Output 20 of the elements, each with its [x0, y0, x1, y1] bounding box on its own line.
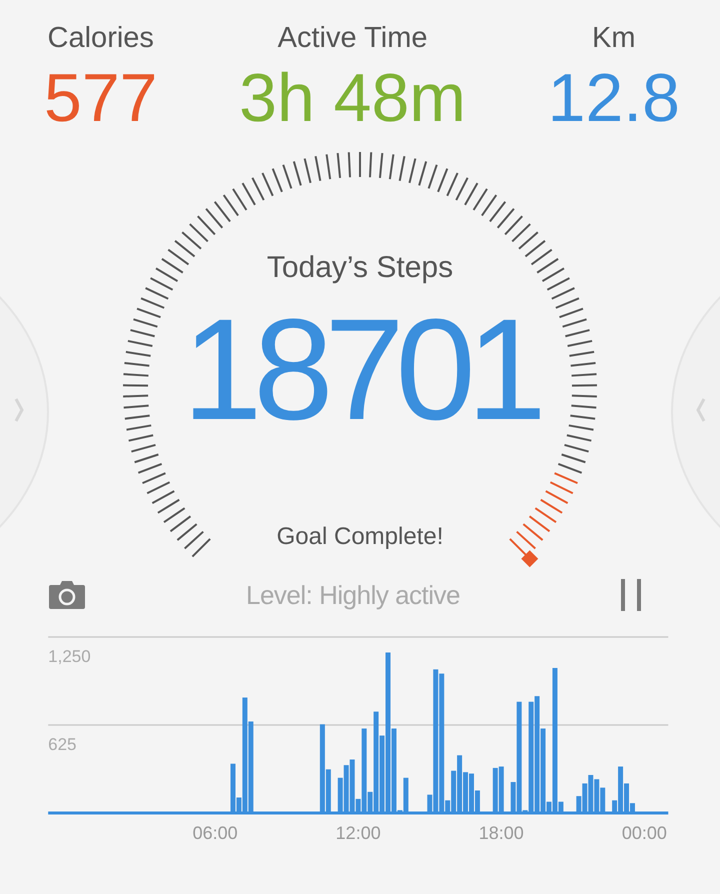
chevron-left-icon[interactable] [696, 397, 706, 423]
axis-label: 06:00 [192, 823, 238, 843]
chevron-right-icon[interactable] [14, 397, 24, 423]
axis-label: 625 [48, 735, 77, 754]
camera-icon[interactable] [48, 580, 86, 610]
axis-label: 18:00 [478, 823, 524, 843]
axis-label: 00:00 [622, 823, 667, 843]
stat-label: Km [592, 22, 636, 55]
stat-label: Active Time [278, 22, 428, 55]
stat-label: Calories [48, 22, 154, 55]
pause-icon[interactable] [620, 579, 642, 611]
steps-title: Today’s Steps [266, 251, 454, 285]
stat-value: 12.8 [548, 61, 680, 135]
axis-label: 12:00 [336, 823, 381, 843]
activity-level: Level: Highly active [246, 580, 460, 610]
steps-count: 18701 [182, 295, 538, 445]
goal-status: Goal Complete! [276, 523, 444, 551]
axis-label: 1,250 [48, 647, 91, 666]
stat-value: 577 [44, 61, 158, 135]
stat-value: 3h 48m [239, 61, 466, 135]
